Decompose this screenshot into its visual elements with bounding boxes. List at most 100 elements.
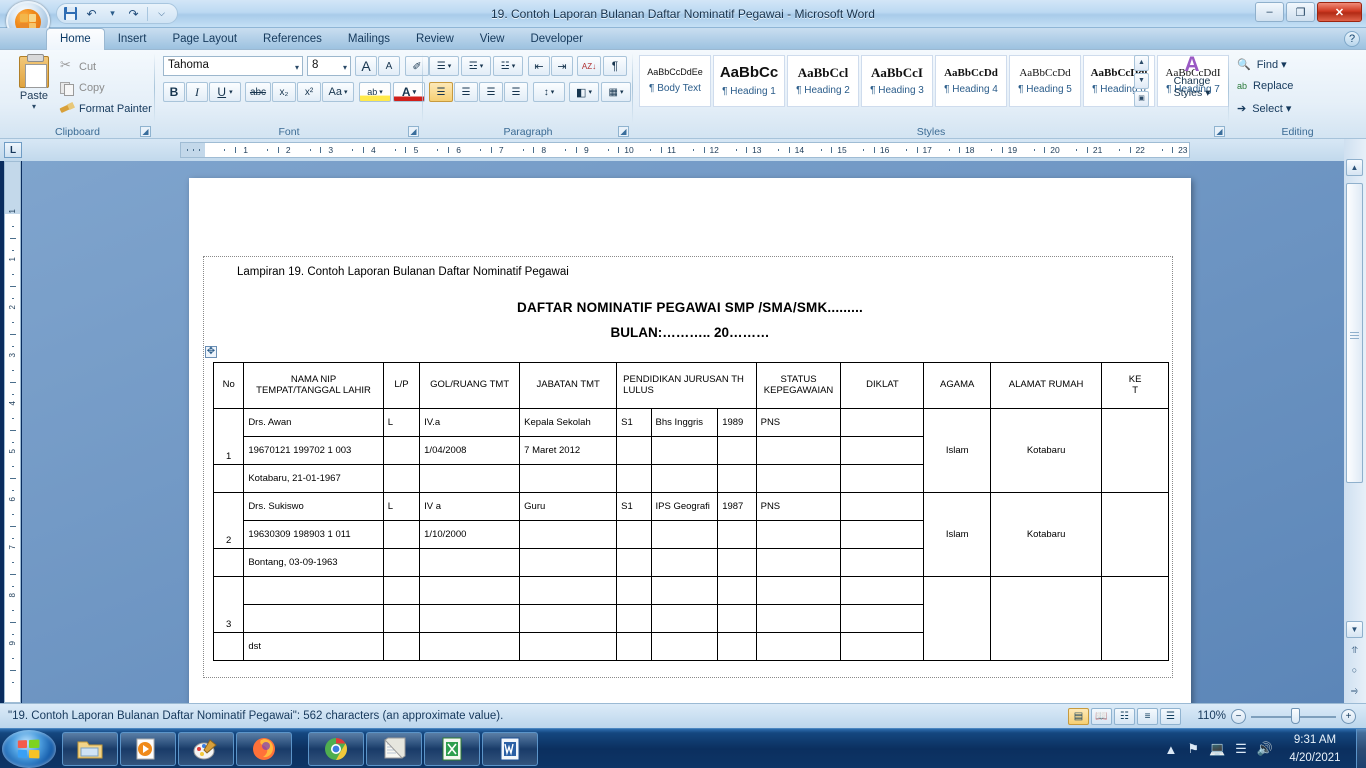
paste-dropdown-icon[interactable]: ▾ [10, 102, 58, 111]
cell-jurusan[interactable] [650, 604, 719, 633]
underline-button[interactable]: U ▾ [209, 82, 241, 102]
cell-nama-nip[interactable]: Drs. Sukiswo [243, 492, 384, 521]
zoom-in-button[interactable]: + [1341, 709, 1356, 724]
cell-gol-ruang-tmt[interactable]: IV.a [419, 408, 521, 437]
cell-lp[interactable] [382, 632, 421, 661]
cell-jabatan-tmt[interactable] [519, 576, 618, 605]
increase-indent-button[interactable]: ⇥ [551, 56, 573, 76]
cell-agama[interactable]: Islam [923, 492, 992, 577]
start-button[interactable] [2, 730, 56, 768]
cell-ket[interactable] [1101, 492, 1169, 577]
cell-no[interactable]: 1 [212, 408, 245, 465]
chevron-down-icon[interactable]: ▾ [588, 88, 592, 96]
taskbar-item-windows-explorer[interactable] [62, 732, 118, 766]
superscript-button[interactable]: x² [297, 82, 321, 102]
change-case-button[interactable]: Aa ▾ [322, 82, 354, 102]
cell-no-empty[interactable] [212, 464, 245, 493]
help-icon[interactable]: ? [1344, 31, 1360, 47]
shrink-font-button[interactable]: A [378, 56, 400, 76]
zoom-slider[interactable]: − + [1231, 708, 1356, 724]
chevron-down-icon[interactable]: ▾ [344, 88, 348, 96]
taskbar-item-paint[interactable] [178, 732, 234, 766]
cell-agama[interactable]: Islam [923, 408, 992, 493]
cell-jabatan-tmt[interactable]: Guru [519, 492, 618, 521]
cell-lp[interactable] [382, 548, 421, 577]
cell-diklat[interactable] [840, 520, 925, 549]
cell-diklat[interactable] [840, 632, 925, 661]
cell-nama-nip[interactable]: Drs. Awan [243, 408, 384, 437]
show-hidden-icons-button[interactable]: ▲ [1164, 742, 1177, 757]
scrollbar-thumb[interactable] [1346, 183, 1363, 483]
line-spacing-button[interactable]: ↕ ▾ [533, 82, 565, 102]
outline-view-button[interactable]: ≡ [1137, 708, 1158, 725]
paragraph-dialog-launcher[interactable]: ◢ [618, 126, 629, 137]
borders-button[interactable]: ▦ ▾ [601, 82, 631, 102]
cell-pendidikan[interactable] [616, 548, 652, 577]
cell-tahun-lulus[interactable] [717, 604, 757, 633]
cell-jurusan[interactable] [650, 436, 719, 465]
cell-tahun-lulus[interactable] [717, 436, 757, 465]
tab-page-layout[interactable]: Page Layout [159, 28, 250, 50]
gallery-more-button[interactable]: ▣ [1134, 91, 1149, 107]
cell-status-kepegawaian[interactable] [755, 436, 842, 465]
clipboard-dialog-launcher[interactable]: ◢ [140, 126, 151, 137]
cell-ket[interactable] [1101, 576, 1169, 661]
cell-jurusan[interactable] [650, 548, 719, 577]
cell-nama-nip[interactable]: Bontang, 03-09-1963 [243, 548, 384, 577]
cell-lp[interactable] [382, 604, 421, 633]
paste-button[interactable]: Paste ▾ [10, 54, 58, 111]
cell-alamat-rumah[interactable]: Kotabaru [990, 492, 1103, 577]
cell-no[interactable]: 2 [212, 492, 245, 549]
cell-pendidikan[interactable] [616, 436, 652, 465]
cell-diklat[interactable] [840, 576, 925, 605]
cell-tahun-lulus[interactable] [717, 548, 757, 577]
volume-icon[interactable]: 🔊 [1257, 741, 1273, 757]
taskbar-item-windows-media-player[interactable] [120, 732, 176, 766]
chevron-down-icon[interactable]: ▾ [229, 88, 233, 96]
cell-gol-ruang-tmt[interactable] [419, 548, 521, 577]
change-styles-button[interactable]: A Change Styles ▾ [1161, 54, 1223, 99]
taskbar-item-notepad[interactable] [366, 732, 422, 766]
style-heading-5[interactable]: AaBbCcDd ¶ Heading 5 [1009, 55, 1081, 107]
multilevel-list-button[interactable]: ☳ ▾ [493, 56, 523, 76]
cell-nama-nip[interactable] [243, 576, 384, 605]
style-heading-3[interactable]: AaBbCcI ¶ Heading 3 [861, 55, 933, 107]
cell-lp[interactable] [382, 464, 421, 493]
cell-diklat[interactable] [840, 492, 925, 521]
cell-pendidikan[interactable] [616, 464, 652, 493]
zoom-slider-thumb[interactable] [1291, 708, 1300, 724]
minimize-button[interactable]: – [1255, 2, 1284, 22]
cell-jabatan-tmt[interactable] [519, 604, 618, 633]
document-page[interactable]: Lampiran 19. Contoh Laporan Bulanan Daft… [189, 178, 1191, 703]
style-heading-2[interactable]: AaBbCcl ¶ Heading 2 [787, 55, 859, 107]
cell-pendidikan[interactable] [616, 576, 652, 605]
vertical-ruler[interactable]: 1 1 2 3 4 5 6 7 8 9 [4, 161, 21, 703]
tab-view[interactable]: View [467, 28, 518, 50]
decrease-indent-button[interactable]: ⇤ [528, 56, 550, 76]
find-button[interactable]: 🔍 Find ▾ [1237, 58, 1287, 71]
subscript-button[interactable]: x₂ [272, 82, 296, 102]
cell-tahun-lulus[interactable]: 1989 [717, 408, 757, 437]
cell-diklat[interactable] [840, 604, 925, 633]
cell-jurusan[interactable] [650, 520, 719, 549]
cell-status-kepegawaian[interactable] [755, 520, 842, 549]
text-highlight-button[interactable]: ab ▾ [359, 82, 391, 102]
cell-tahun-lulus[interactable] [717, 576, 757, 605]
replace-button[interactable]: ab Replace [1237, 80, 1293, 92]
cell-gol-ruang-tmt[interactable]: 1/10/2000 [419, 520, 521, 549]
cell-status-kepegawaian[interactable] [755, 464, 842, 493]
cell-alamat-rumah[interactable]: Kotabaru [990, 408, 1103, 493]
chevron-down-icon[interactable]: ▾ [480, 62, 484, 70]
cell-pendidikan[interactable]: S1 [616, 408, 652, 437]
cell-status-kepegawaian[interactable]: PNS [755, 492, 842, 521]
font-name-combo[interactable]: Tahoma ▾ [163, 56, 303, 76]
chevron-down-icon[interactable]: ▾ [413, 88, 417, 96]
align-left-button[interactable]: ☰ [429, 82, 453, 102]
show-desktop-button[interactable] [1356, 729, 1366, 768]
chevron-down-icon[interactable]: ▾ [343, 63, 347, 72]
cell-jabatan-tmt[interactable]: Kepala Sekolah [519, 408, 618, 437]
cell-pendidikan[interactable] [616, 632, 652, 661]
numbering-button[interactable]: ☲ ▾ [461, 56, 491, 76]
cell-lp[interactable] [382, 576, 421, 605]
cell-nama-nip[interactable]: 19670121 199702 1 003 [243, 436, 384, 465]
